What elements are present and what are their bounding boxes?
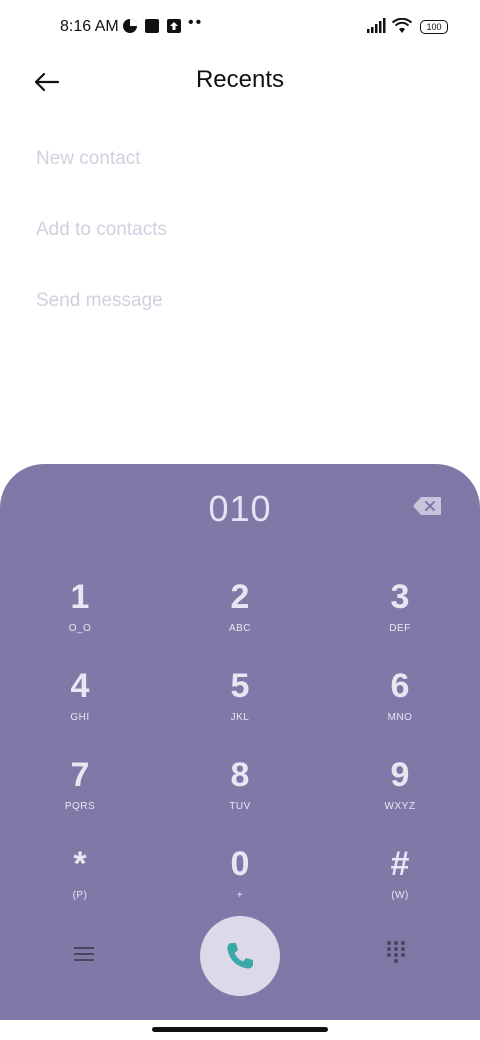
send-message-button[interactable]: Send message [36,290,163,312]
add-to-contacts-button[interactable]: Add to contacts [36,219,167,241]
phone-icon [227,943,253,969]
backspace-icon[interactable] [412,496,442,516]
key-letters: MNO [387,712,413,723]
key-digit: 5 [230,667,250,705]
key-digit: 1 [70,578,90,616]
signal-icon [367,18,386,33]
key-letters: (P) [72,890,88,901]
key-letters: PQRS [64,801,96,812]
key-letters: ABC [228,623,252,634]
dialpad-icon[interactable] [384,940,408,964]
key-4[interactable]: 4 GHI [20,667,140,737]
key-letters: DEF [389,623,411,634]
status-time: 8:16 AM [60,18,119,35]
key-letters: + [236,890,244,901]
key-7[interactable]: 7 PQRS [20,756,140,826]
app-icon-1 [123,19,137,33]
gesture-nav-bar[interactable] [152,1027,328,1032]
key-digit: 4 [70,667,90,705]
more-notifications-icon: •• [188,14,204,31]
call-button[interactable] [200,916,280,996]
dialer-panel: 010 1 O_O 2 ABC 3 DEF 4 GHI 5 JKL 6 MNO … [0,464,480,1020]
key-6[interactable]: 6 MNO [340,667,460,737]
key-3[interactable]: 3 DEF [340,578,460,648]
notification-icon-1 [145,19,159,33]
battery-icon: 100 [420,20,448,34]
key-letters: (W) [391,890,409,901]
key-letters: O_O [68,623,92,634]
key-letters: WXYZ [384,801,416,812]
dialed-number: 010 [208,488,272,529]
key-digit: 9 [390,756,410,794]
key-1[interactable]: 1 O_O [20,578,140,648]
key-digit: 0 [230,845,250,883]
key-8[interactable]: 8 TUV [180,756,300,826]
key-digit: 6 [390,667,410,705]
key-letters: GHI [70,712,90,723]
new-contact-button[interactable]: New contact [36,148,141,170]
key-digit: 2 [230,578,250,616]
key-digit: 8 [230,756,250,794]
page-title: Recents [195,66,285,93]
wifi-icon [392,18,412,33]
header: Recents [0,56,480,108]
dialer-bottom-bar [0,904,480,996]
key-5[interactable]: 5 JKL [180,667,300,737]
key-digit: # [390,845,410,883]
key-2[interactable]: 2 ABC [180,578,300,648]
status-bar: 8:16 AM •• 100 [0,0,480,56]
upload-icon [167,19,181,33]
key-letters: TUV [229,801,251,812]
menu-icon[interactable] [72,944,96,964]
key-digit: 7 [70,756,90,794]
key-letters: JKL [230,712,250,723]
key-digit: * [73,845,87,883]
key-digit: 3 [390,578,410,616]
key-9[interactable]: 9 WXYZ [340,756,460,826]
